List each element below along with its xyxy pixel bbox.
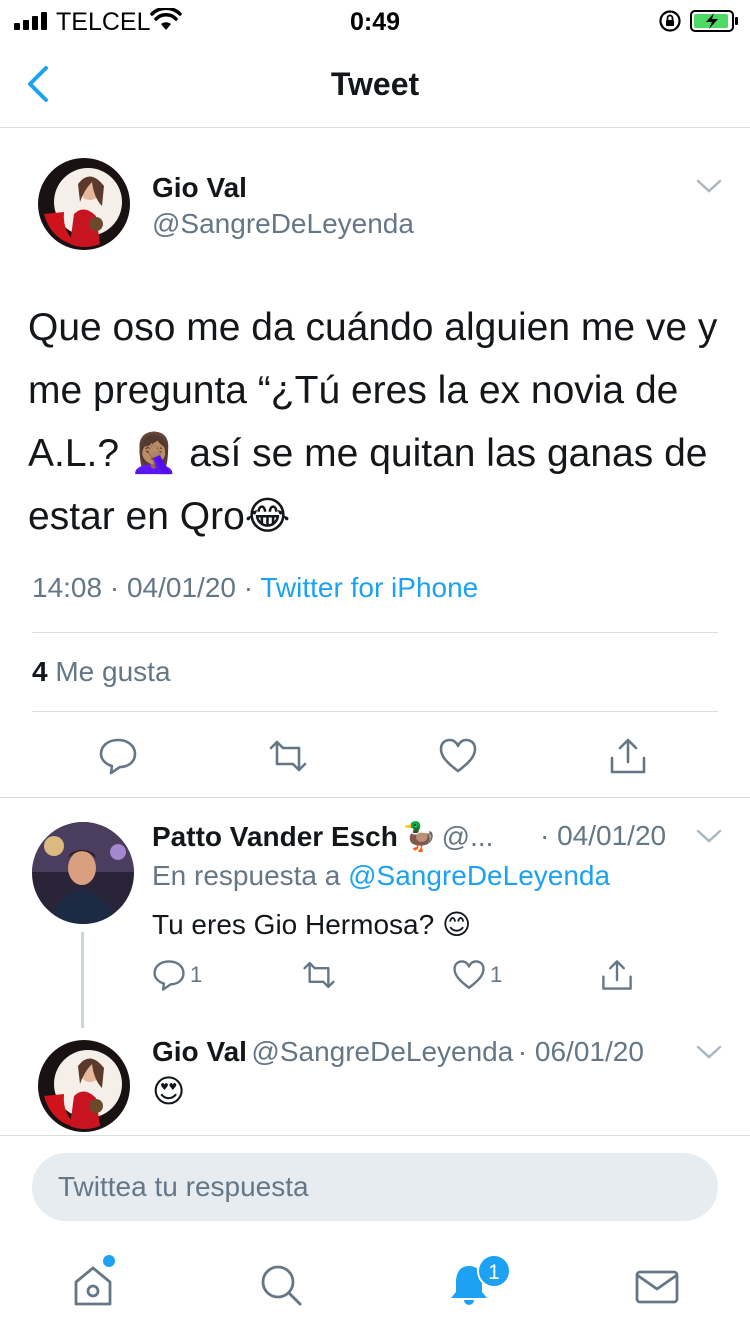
rotation-lock-icon [659,10,681,32]
tweet-time: 14:08 [32,572,103,603]
meta-separator-2: · [243,572,254,603]
author-name[interactable]: Gio Val [152,172,247,204]
search-icon[interactable] [258,1262,304,1308]
new-content-dot [103,1255,115,1267]
reply-author-name[interactable]: Gio Val [152,1036,247,1067]
thread-connector-line [81,932,84,1028]
reply-header: Gio Val @SangreDeLeyenda · 06/01/20 [152,1036,644,1068]
status-bar: TELCEL 0:49 [0,0,750,40]
reply-input[interactable]: Twittea tu respuesta [32,1153,718,1221]
share-icon[interactable] [608,736,648,776]
messages-envelope-icon[interactable] [634,1264,680,1310]
reply-context: En respuesta a @SangreDeLeyenda [152,860,610,892]
duck-emoji: 🦆 [402,821,438,852]
clock: 0:49 [349,8,401,36]
tweet-date: 04/01/20 [126,572,236,603]
reply-date: · 04/01/20 [540,820,667,851]
navigation-bar: Tweet [0,40,750,128]
meta-separator: · [109,572,120,603]
reply-count: 1 [190,962,203,987]
tweet-meta: 14:08 · 04/01/20 · Twitter for iPhone [32,572,478,604]
battery-charging-icon [690,10,738,32]
reply-author-name[interactable]: Patto Vander Esch [152,821,398,852]
divider [32,711,718,712]
page-title: Tweet [330,66,420,102]
chevron-down-icon[interactable] [696,178,722,194]
reply-date: · 06/01/20 [517,1036,644,1067]
like-heart-icon[interactable] [438,736,478,776]
likes-count: 4 [32,656,48,687]
tweet-text: Que oso me da cuándo alguien me ve y me … [28,306,718,538]
likes-label: Me gusta [55,656,171,687]
reply-text: 😍 [152,1073,186,1109]
chevron-down-icon[interactable] [696,1044,722,1060]
likes-summary[interactable]: 4 Me gusta [32,656,171,688]
reply-author-handle[interactable]: @... [442,821,494,852]
chevron-down-icon[interactable] [696,828,722,844]
reply-context-handle[interactable]: @SangreDeLeyenda [348,860,610,891]
notifications-badge: 1 [477,1254,511,1288]
divider [32,632,718,633]
reply-text: Tu eres Gio Hermosa? 😊 [152,909,472,940]
author-handle[interactable]: @SangreDeLeyenda [152,208,414,240]
avatar[interactable] [34,154,134,254]
reply-input-placeholder: Twittea tu respuesta [58,1171,309,1202]
retweet-icon[interactable] [302,958,336,992]
avatar[interactable] [32,822,134,924]
like-heart-icon[interactable] [452,958,486,992]
divider [0,797,750,798]
home-icon[interactable] [70,1262,116,1308]
tweet-source-link[interactable]: Twitter for iPhone [260,572,478,603]
share-icon[interactable] [600,958,634,992]
reply-author-handle[interactable]: @SangreDeLeyenda [251,1036,513,1067]
like-count: 1 [490,962,503,987]
retweet-icon[interactable] [268,736,308,776]
avatar[interactable] [34,1036,134,1136]
reply-context-label: En respuesta a [152,860,341,891]
reply-icon[interactable] [152,958,186,992]
reply-icon[interactable] [98,736,138,776]
